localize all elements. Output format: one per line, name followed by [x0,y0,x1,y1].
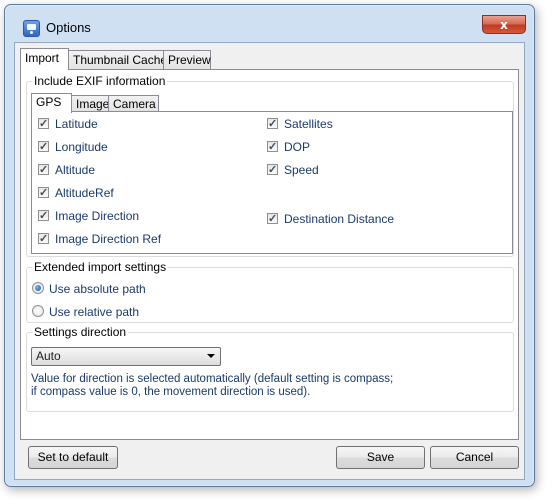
checkbox-checked-icon[interactable] [38,231,49,247]
title-bar[interactable]: Options x [5,5,534,39]
save-button[interactable]: Save [336,446,425,469]
set-to-default-button[interactable]: Set to default [28,446,118,469]
info-line-1: Value for direction is selected automati… [31,373,394,385]
radio-label: Use relative path [49,305,140,319]
checkbox-checked-icon[interactable] [267,211,278,227]
extended-import-legend: Extended import settings [32,260,169,274]
gps-subtab-panel: Latitude Longitude Altitude AltitudeRef [31,111,513,254]
chevron-down-icon[interactable] [207,354,215,358]
settings-direction-groupbox: Settings direction Auto Value for direct… [26,325,514,412]
checkbox-label: Image Direction [55,209,140,223]
checkbox-label: Latitude [55,117,98,131]
window-title: Options [46,20,91,35]
cancel-button[interactable]: Cancel [430,446,519,469]
radio-label: Use absolute path [49,282,146,296]
close-button[interactable]: x [482,15,526,34]
direction-info-text: Value for direction is selected automati… [31,373,411,399]
tab-import[interactable]: Import [20,48,69,70]
checkbox-checked-icon[interactable] [38,162,49,178]
tab-preview[interactable]: Preview [163,50,211,69]
tab-thumbnail-cache[interactable]: Thumbnail Cache [68,50,167,69]
subtab-gps[interactable]: GPS [31,93,72,113]
settings-direction-legend: Settings direction [32,325,129,339]
checkbox-label: Altitude [55,163,96,177]
import-tab-panel: Include EXIF information GPS Image Camer… [20,69,519,440]
dropdown-value: Auto [36,349,61,363]
checkbox-checked-icon[interactable] [38,139,49,155]
checkbox-checked-icon[interactable] [267,139,278,155]
options-window: Options x Import Thumbnail Cache Preview… [4,4,535,487]
direction-dropdown[interactable]: Auto [31,347,221,366]
checkbox-label: Speed [284,163,319,177]
extended-import-groupbox: Extended import settings Use absolute pa… [26,260,514,323]
radio-unselected-icon[interactable] [32,305,44,317]
checkbox-checked-icon[interactable] [38,185,49,201]
checkbox-label: Longitude [55,140,108,154]
checkbox-label: Image Direction Ref [55,232,162,246]
checkbox-checked-icon[interactable] [38,208,49,224]
checkbox-label: AltitudeRef [55,186,114,200]
checkbox-checked-icon[interactable] [38,116,49,132]
exif-groupbox: Include EXIF information GPS Image Camer… [26,74,514,257]
info-line-2: if compass value is 0, the movement dire… [31,386,311,398]
radio-selected-icon[interactable] [32,282,44,294]
exif-legend: Include EXIF information [32,74,168,88]
dialog-client: Import Thumbnail Cache Preview Include E… [14,42,525,480]
checkbox-checked-icon[interactable] [267,116,278,132]
checkbox-label: DOP [284,140,311,154]
checkbox-checked-icon[interactable] [267,162,278,178]
app-icon [23,20,40,37]
checkbox-label: Satellites [284,117,333,131]
checkbox-label: Destination Distance [284,212,395,226]
